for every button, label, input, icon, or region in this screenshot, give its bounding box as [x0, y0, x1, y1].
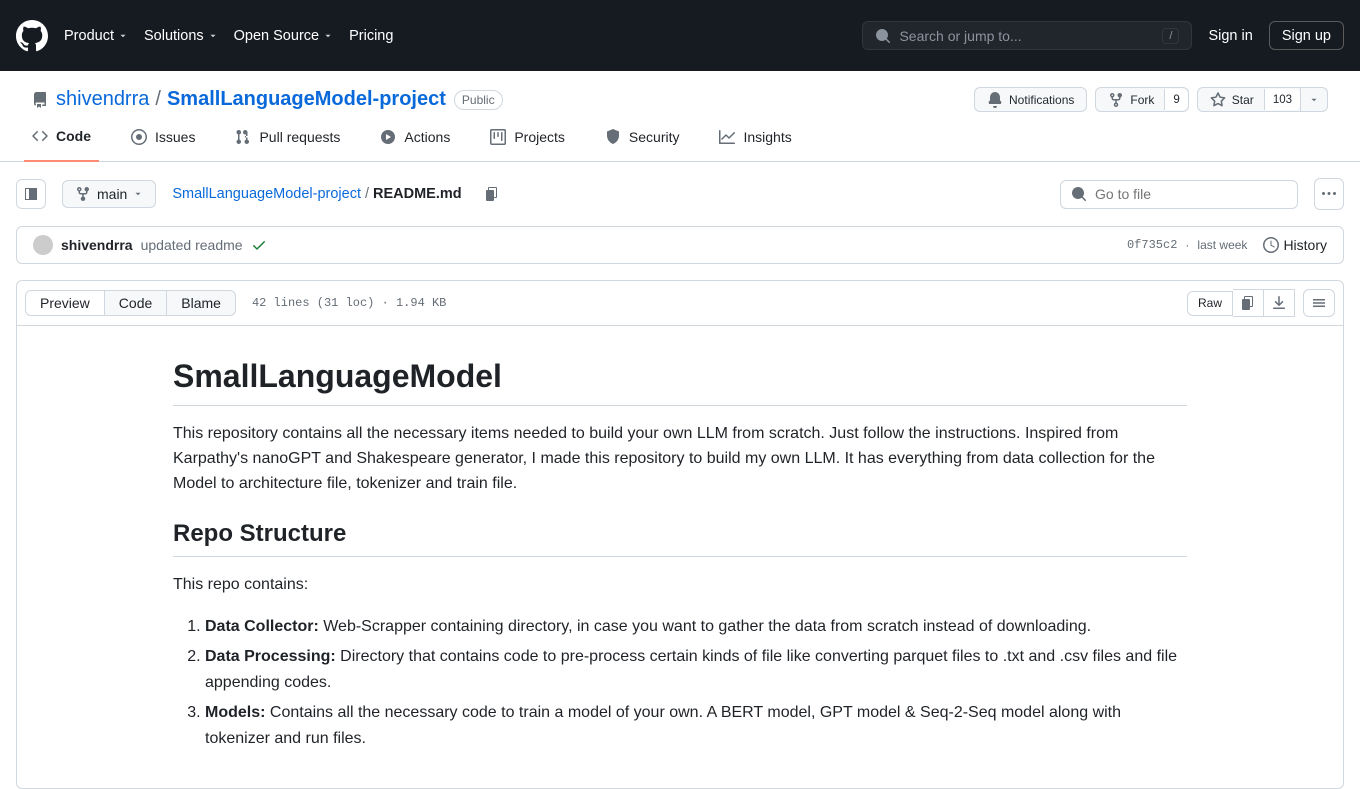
search-icon	[1071, 186, 1087, 202]
global-search[interactable]: Search or jump to... /	[862, 21, 1192, 50]
list-item: Data Collector: Web-Scrapper containing …	[205, 614, 1187, 640]
search-icon	[875, 28, 891, 44]
github-logo-icon[interactable]	[16, 20, 48, 52]
commit-sha-link[interactable]: 0f735c2	[1127, 238, 1177, 252]
chevron-down-icon	[323, 31, 333, 41]
chevron-down-icon	[208, 31, 218, 41]
star-dropdown[interactable]	[1301, 87, 1328, 112]
more-options-button[interactable]	[1314, 178, 1344, 210]
tab-projects[interactable]: Projects	[482, 120, 573, 161]
issues-icon	[131, 129, 147, 145]
readme-h1: SmallLanguageModel	[173, 358, 1187, 406]
sign-in-link[interactable]: Sign in	[1208, 28, 1252, 44]
search-placeholder: Search or jump to...	[899, 28, 1162, 44]
branch-selector[interactable]: main	[62, 180, 156, 208]
commit-date: last week	[1197, 238, 1247, 252]
tab-preview[interactable]: Preview	[26, 291, 105, 315]
file-stats: 42 lines (31 loc) · 1.94 KB	[252, 296, 446, 310]
top-nav: Product Solutions Open Source Pricing	[64, 28, 393, 44]
file-toolbar: Preview Code Blame 42 lines (31 loc) · 1…	[17, 281, 1343, 326]
shield-icon	[605, 129, 621, 145]
list-item: Data Processing: Directory that contains…	[205, 644, 1187, 696]
breadcrumb: SmallLanguageModel-project / README.md	[172, 186, 461, 202]
latest-commit-card: shivendrra updated readme 0f735c2 · last…	[16, 226, 1344, 264]
fork-count[interactable]: 9	[1164, 89, 1187, 110]
actions-icon	[380, 129, 396, 145]
tab-code-view[interactable]: Code	[105, 291, 167, 315]
branch-icon	[75, 186, 91, 202]
check-icon[interactable]	[251, 237, 267, 253]
tab-code[interactable]: Code	[24, 120, 99, 162]
sign-up-button[interactable]: Sign up	[1269, 21, 1344, 50]
copy-path-button[interactable]	[478, 180, 506, 208]
graph-icon	[719, 129, 735, 145]
repo-icon	[32, 92, 48, 108]
repo-header: shivendrra / SmallLanguageModel-project …	[0, 71, 1360, 120]
tab-security[interactable]: Security	[597, 120, 688, 161]
chevron-down-icon	[1309, 95, 1319, 105]
raw-button[interactable]: Raw	[1187, 291, 1233, 316]
code-icon	[32, 128, 48, 144]
breadcrumb-repo-link[interactable]: SmallLanguageModel-project	[172, 186, 361, 202]
bell-icon	[987, 92, 1003, 108]
readme-h2: Repo Structure	[173, 520, 1187, 557]
copy-raw-button[interactable]	[1233, 289, 1264, 317]
history-icon	[1263, 237, 1279, 253]
commit-author-link[interactable]: shivendrra	[61, 237, 133, 253]
pr-icon	[235, 129, 251, 145]
repo-owner-link[interactable]: shivendrra	[56, 88, 149, 111]
nav-pricing[interactable]: Pricing	[349, 28, 393, 44]
tab-insights[interactable]: Insights	[711, 120, 799, 161]
repo-actions: Notifications Fork 9 Star 103	[974, 87, 1328, 112]
sidebar-toggle-button[interactable]	[16, 179, 46, 209]
sidebar-icon	[23, 186, 39, 202]
breadcrumb-file: README.md	[373, 186, 462, 202]
projects-icon	[490, 129, 506, 145]
list-icon	[1311, 295, 1327, 311]
nav-solutions[interactable]: Solutions	[144, 28, 218, 44]
readme-list: Data Collector: Web-Scrapper containing …	[173, 614, 1187, 752]
search-kbd: /	[1162, 28, 1179, 44]
readme-intro: This repository contains all the necessa…	[173, 422, 1187, 496]
list-item: Models: Contains all the necessary code …	[205, 700, 1187, 752]
view-mode-tabs: Preview Code Blame	[25, 290, 236, 316]
notifications-button[interactable]: Notifications	[974, 87, 1087, 112]
nav-product[interactable]: Product	[64, 28, 128, 44]
star-icon	[1210, 92, 1226, 108]
top-header: Product Solutions Open Source Pricing Se…	[0, 0, 1360, 71]
repo-tabs: Code Issues Pull requests Actions Projec…	[0, 120, 1360, 162]
go-to-file-input[interactable]	[1060, 180, 1298, 209]
chevron-down-icon	[118, 31, 128, 41]
nav-open-source[interactable]: Open Source	[234, 28, 333, 44]
tab-issues[interactable]: Issues	[123, 120, 203, 161]
tab-blame[interactable]: Blame	[167, 291, 235, 315]
file-nav: main SmallLanguageModel-project / README…	[0, 162, 1360, 226]
fork-button[interactable]: Fork 9	[1095, 87, 1188, 112]
tab-pull-requests[interactable]: Pull requests	[227, 120, 348, 161]
tab-actions[interactable]: Actions	[372, 120, 458, 161]
commit-message-link[interactable]: updated readme	[141, 237, 243, 253]
fork-icon	[1108, 92, 1124, 108]
repo-name-link[interactable]: SmallLanguageModel-project	[167, 88, 446, 111]
readme-content: SmallLanguageModel This repository conta…	[17, 326, 1343, 788]
star-button[interactable]: Star 103	[1197, 87, 1301, 112]
copy-icon	[1240, 295, 1256, 311]
avatar[interactable]	[33, 235, 53, 255]
path-separator: /	[155, 88, 161, 111]
visibility-badge: Public	[454, 90, 503, 110]
readme-intro2: This repo contains:	[173, 573, 1187, 598]
star-count[interactable]: 103	[1264, 89, 1300, 110]
file-view: Preview Code Blame 42 lines (31 loc) · 1…	[16, 280, 1344, 789]
kebab-icon	[1321, 186, 1337, 202]
download-icon	[1271, 295, 1287, 311]
chevron-down-icon	[133, 189, 143, 199]
copy-icon	[484, 186, 500, 202]
outline-button[interactable]	[1303, 289, 1335, 317]
history-link[interactable]: History	[1263, 237, 1327, 253]
download-button[interactable]	[1264, 289, 1295, 317]
